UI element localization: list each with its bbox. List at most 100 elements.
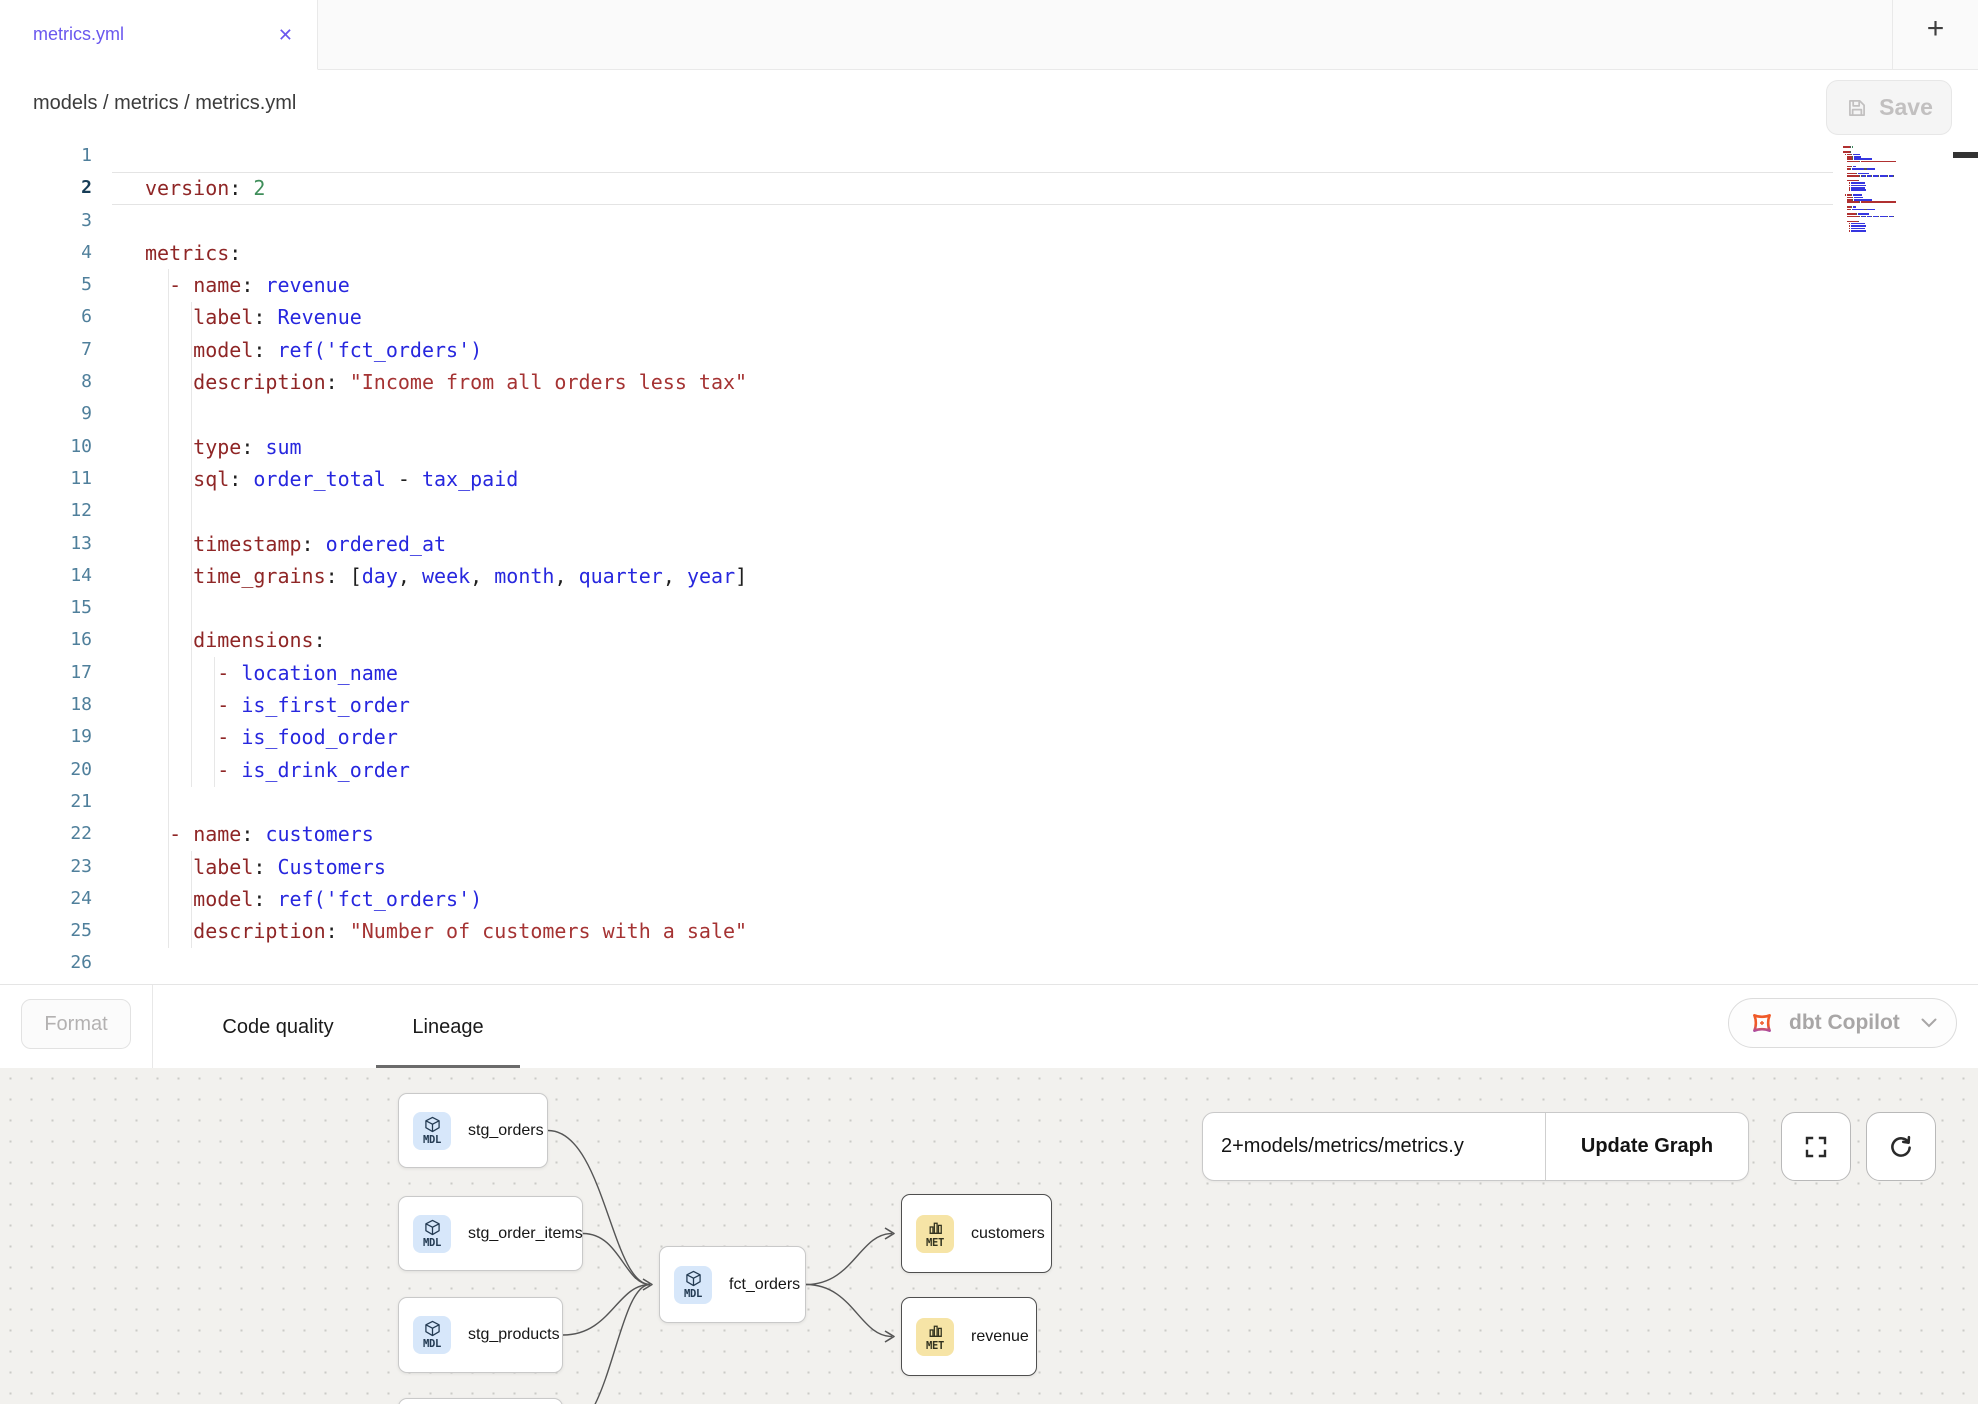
code-line[interactable] [112,205,1833,237]
tab-bar: metrics.yml ✕ + [0,0,1978,70]
code-line[interactable] [112,592,1833,624]
lineage-node-customers[interactable]: METcustomers [901,1194,1052,1273]
code-line[interactable]: - location_name [112,657,1833,689]
save-button[interactable]: Save [1826,80,1952,135]
metric-badge: MET [916,1215,954,1253]
badge-label: MDL [423,1338,441,1350]
lineage-graph[interactable]: MDLstg_ordersMDLstg_order_itemsMDLstg_pr… [0,1068,1978,1404]
lineage-node-stg_orders[interactable]: MDLstg_orders [398,1093,548,1168]
node-label: revenue [971,1328,1049,1346]
code-lines[interactable]: version: 2 metrics: - name: revenue label… [112,140,1833,980]
scrollbar-thumb[interactable] [1953,152,1978,158]
minimap-line [1843,230,1901,232]
line-number: 20 [0,754,92,786]
line-number: 2 [0,172,92,204]
code-line[interactable] [112,495,1833,527]
code-editor[interactable]: 1234567891011121314151617181920212223242… [0,140,1978,984]
line-number: 9 [0,398,92,430]
dbt-copilot-label: dbt Copilot [1789,1011,1908,1035]
code-line[interactable]: time_grains: [day, week, month, quarter,… [112,560,1833,592]
code-line[interactable]: - name: customers [112,818,1833,850]
lineage-node-stg_products[interactable]: MDLstg_products [398,1297,563,1373]
badge-label: MET [926,1340,944,1352]
tab-lineage[interactable]: Lineage [376,985,520,1069]
tab-lineage-label: Lineage [412,1016,483,1039]
bottom-toolbar: Format Code quality Lineage dbt Copilot [0,984,1978,1068]
lineage-node-stg_order_items[interactable]: MDLstg_order_items [398,1196,583,1271]
line-number: 12 [0,495,92,527]
tab-code-quality[interactable]: Code quality [186,985,370,1069]
line-number: 4 [0,237,92,269]
plus-icon[interactable]: + [1927,14,1945,44]
fullscreen-icon [1803,1134,1829,1160]
node-label: stg_orders [468,1122,564,1140]
code-line[interactable]: description: "Number of customers with a… [112,915,1833,947]
code-line[interactable]: timestamp: ordered_at [112,528,1833,560]
indent-guide [191,302,192,787]
code-line[interactable]: sql: order_total - tax_paid [112,463,1833,495]
indent-guide [214,657,215,787]
lineage-selector-input[interactable]: 2+models/metrics/metrics.y [1203,1113,1546,1180]
code-line[interactable]: - is_drink_order [112,754,1833,786]
lineage-selector-group: 2+models/metrics/metrics.y Update Graph [1202,1112,1749,1181]
line-number: 25 [0,915,92,947]
metric-badge: MET [916,1318,954,1356]
badge-label: MDL [684,1288,702,1300]
line-number: 24 [0,883,92,915]
new-tab-zone: + [1892,0,1978,70]
code-line[interactable]: model: ref('fct_orders') [112,334,1833,366]
update-graph-button[interactable]: Update Graph [1546,1113,1748,1180]
code-line[interactable]: - is_food_order [112,721,1833,753]
code-line[interactable]: dimensions: [112,624,1833,656]
code-line[interactable]: - name: revenue [112,269,1833,301]
lineage-node-model_partial[interactable]: MDL [398,1398,563,1404]
line-number: 17 [0,657,92,689]
tab-metrics-yml[interactable]: metrics.yml ✕ [0,0,318,70]
code-line[interactable]: model: ref('fct_orders') [112,883,1833,915]
tab-code-quality-label: Code quality [222,1016,333,1039]
line-number: 1 [0,140,92,172]
chevron-down-icon [1920,1017,1938,1029]
code-line[interactable] [112,398,1833,430]
line-number: 18 [0,689,92,721]
save-icon [1845,96,1869,120]
line-number: 26 [0,947,92,979]
save-label: Save [1879,94,1933,121]
fullscreen-button[interactable] [1781,1112,1851,1181]
line-number: 21 [0,786,92,818]
badge-label: MET [926,1237,944,1249]
line-number: 5 [0,269,92,301]
code-line[interactable]: description: "Income from all orders les… [112,366,1833,398]
code-line[interactable]: - is_first_order [112,689,1833,721]
format-button[interactable]: Format [21,999,131,1049]
indent-guide [191,851,192,948]
line-number: 19 [0,721,92,753]
code-line[interactable]: metrics: [112,237,1833,269]
breadcrumb-row: models / metrics / metrics.yml Save [0,70,1978,140]
badge-label: MDL [423,1134,441,1146]
code-line[interactable]: version: 2 [112,172,1833,204]
model-badge: MDL [413,1215,451,1253]
line-number: 14 [0,560,92,592]
refresh-button[interactable] [1866,1112,1936,1181]
line-number: 22 [0,818,92,850]
code-line[interactable]: type: sum [112,431,1833,463]
line-number: 10 [0,431,92,463]
code-line[interactable] [112,786,1833,818]
gutter: 1234567891011121314151617181920212223242… [0,140,92,980]
tab-title: metrics.yml [33,24,278,45]
code-line[interactable] [112,947,1833,979]
lineage-node-revenue[interactable]: METrevenue [901,1297,1037,1376]
line-number: 15 [0,592,92,624]
line-number: 3 [0,205,92,237]
code-line[interactable]: label: Revenue [112,301,1833,333]
format-label: Format [44,1013,107,1036]
close-icon[interactable]: ✕ [278,26,293,44]
breadcrumb: models / metrics / metrics.yml [33,92,296,115]
code-line[interactable]: label: Customers [112,851,1833,883]
minimap[interactable] [1843,144,1901,232]
code-line[interactable] [112,140,1833,172]
lineage-node-fct_orders[interactable]: MDLfct_orders [659,1246,806,1323]
dbt-copilot-button[interactable]: dbt Copilot [1728,998,1957,1048]
node-label: fct_orders [729,1276,820,1294]
